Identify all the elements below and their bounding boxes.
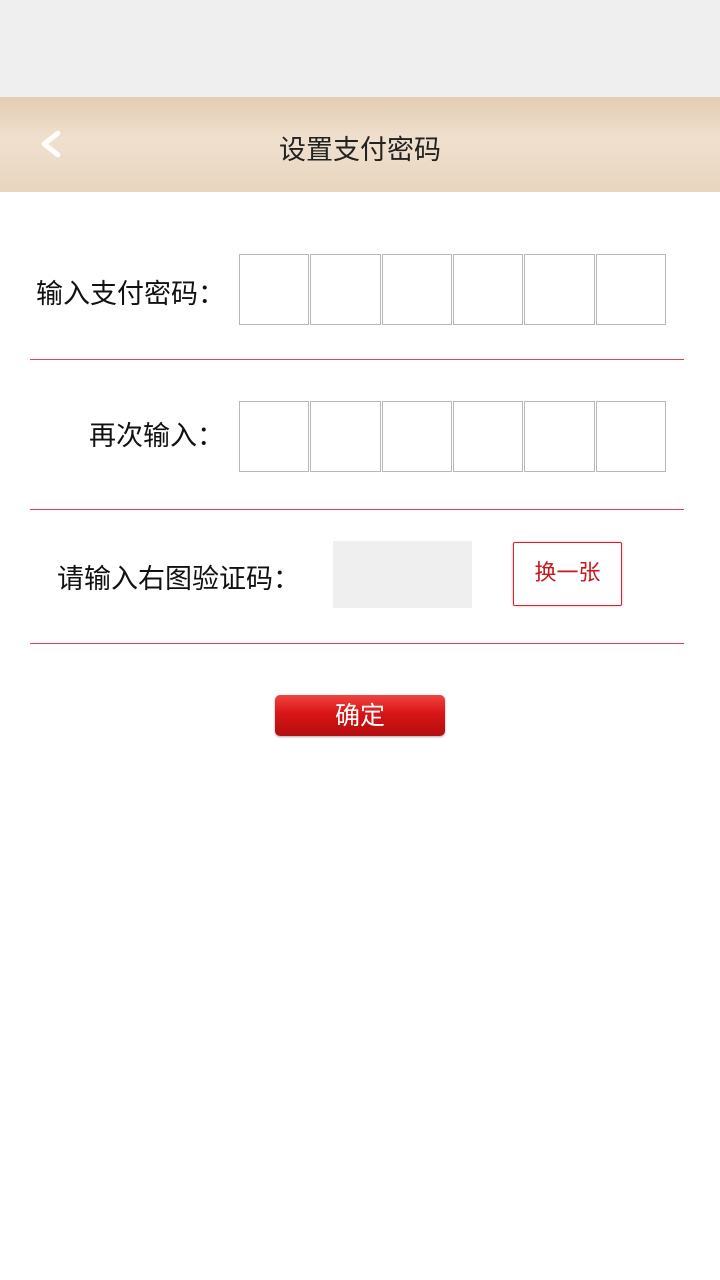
- password-label: 输入支付密码：: [36, 279, 225, 310]
- confirm-pin-group: [239, 401, 666, 472]
- captcha-input[interactable]: [333, 541, 472, 608]
- password-digit-6[interactable]: [595, 254, 666, 325]
- captcha-label: 请输入右图验证码：: [57, 564, 300, 595]
- password-digit-1[interactable]: [239, 254, 310, 325]
- password-digit-4[interactable]: [452, 254, 524, 325]
- password-digit-3[interactable]: [381, 254, 452, 325]
- refresh-captcha-button[interactable]: 换一张: [513, 542, 622, 606]
- status-bar: [0, 0, 720, 97]
- divider: [30, 359, 684, 360]
- confirm-digit-2[interactable]: [310, 401, 381, 472]
- password-digit-5[interactable]: [524, 254, 595, 325]
- header-bar: 设置支付密码: [0, 97, 720, 192]
- confirm-button[interactable]: 确定: [275, 695, 445, 736]
- confirm-digit-6[interactable]: [595, 401, 666, 472]
- confirm-digit-5[interactable]: [524, 401, 595, 472]
- confirm-digit-3[interactable]: [381, 401, 452, 472]
- confirm-digit-4[interactable]: [452, 401, 524, 472]
- confirm-password-label: 再次输入：: [89, 421, 224, 452]
- divider: [30, 643, 684, 644]
- confirm-digit-1[interactable]: [239, 401, 310, 472]
- password-digit-2[interactable]: [310, 254, 381, 325]
- divider: [30, 509, 684, 510]
- password-pin-group: [239, 254, 666, 325]
- page-title: 设置支付密码: [279, 135, 441, 166]
